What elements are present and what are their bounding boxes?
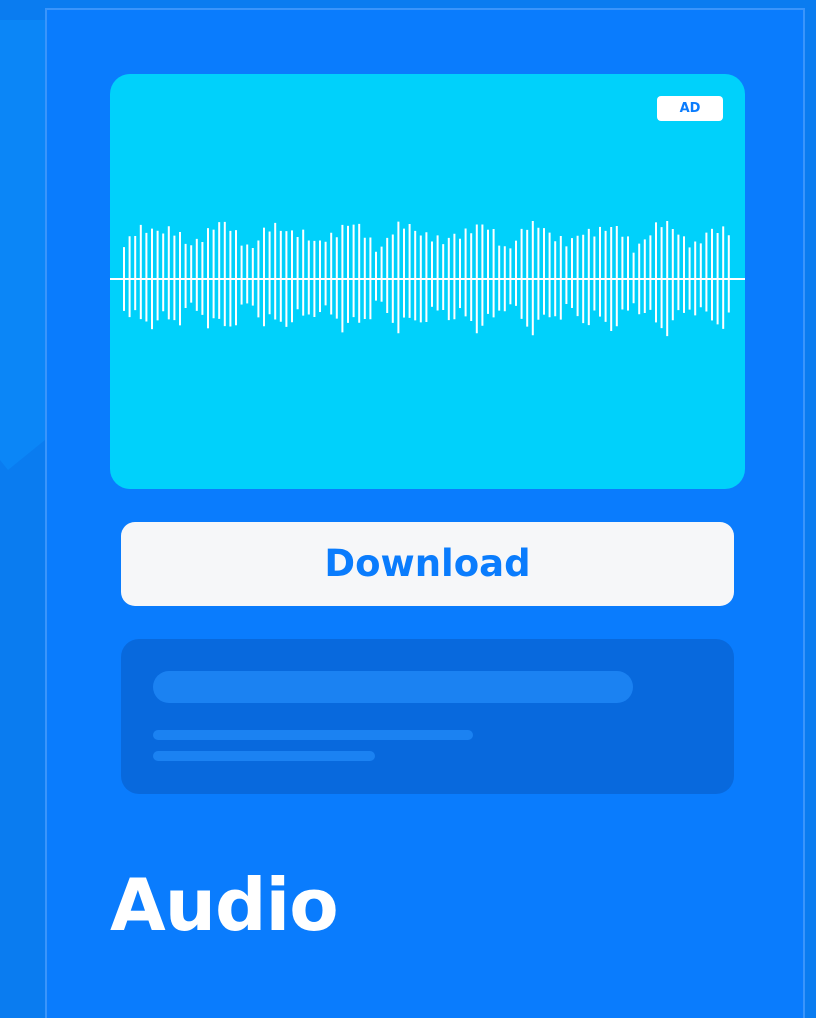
- loading-placeholder: [121, 639, 734, 794]
- placeholder-text-line: [153, 751, 375, 761]
- audio-waveform-icon: [110, 221, 745, 337]
- placeholder-title-line: [153, 671, 633, 703]
- media-preview[interactable]: AD: [110, 74, 745, 489]
- card-title: Audio: [110, 863, 339, 947]
- ad-badge: AD: [657, 96, 723, 121]
- audio-card: AD Download Audio: [45, 8, 805, 1018]
- placeholder-text-line: [153, 730, 473, 740]
- download-button[interactable]: Download: [121, 522, 734, 606]
